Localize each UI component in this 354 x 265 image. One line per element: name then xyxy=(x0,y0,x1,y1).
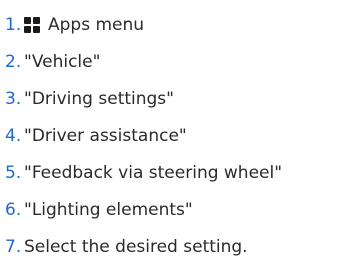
step-3: 3. "Driving settings" xyxy=(0,80,354,117)
step-1: 1. Apps menu xyxy=(0,6,354,43)
step-text: "Driver assistance" xyxy=(24,125,187,146)
step-text: "Driving settings" xyxy=(24,88,174,109)
step-number: 1. xyxy=(5,14,22,35)
step-7: 7. Select the desired setting. xyxy=(0,228,354,265)
step-2: 2. "Vehicle" xyxy=(0,43,354,80)
step-text: "Feedback via steering wheel" xyxy=(24,162,283,183)
instruction-steps-list: 1. Apps menu 2. "Vehicle" 3. "Driving se… xyxy=(0,0,354,265)
step-number: 7. xyxy=(5,236,22,257)
step-6: 6. "Lighting elements" xyxy=(0,191,354,228)
step-number: 6. xyxy=(5,199,22,220)
step-number: 5. xyxy=(5,162,22,183)
apps-grid-icon xyxy=(24,16,40,33)
step-text: "Lighting elements" xyxy=(24,199,193,220)
step-number: 4. xyxy=(5,125,22,146)
step-number: 3. xyxy=(5,88,22,109)
step-5: 5. "Feedback via steering wheel" xyxy=(0,154,354,191)
step-text: "Vehicle" xyxy=(24,51,101,72)
step-text: Apps menu xyxy=(48,14,145,35)
step-text: Select the desired setting. xyxy=(24,236,248,257)
step-number: 2. xyxy=(5,51,22,72)
step-4: 4. "Driver assistance" xyxy=(0,117,354,154)
